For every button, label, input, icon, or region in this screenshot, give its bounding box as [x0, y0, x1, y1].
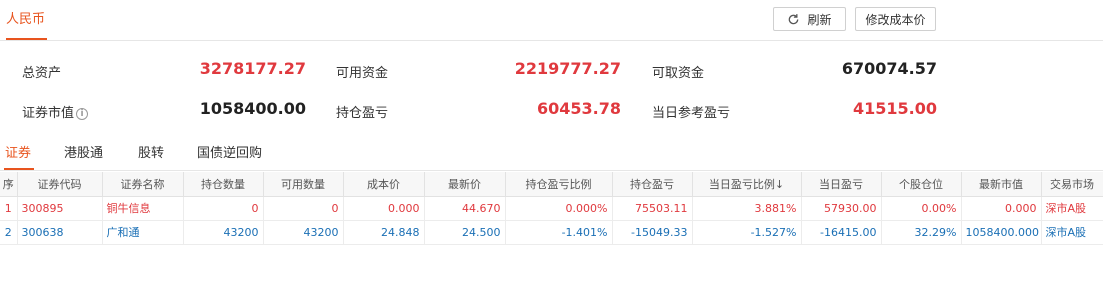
col-header-today-pnl[interactable]: 当日盈亏 [801, 172, 882, 197]
edit-cost-price-button[interactable]: 修改成本价 [855, 7, 936, 31]
cell-available-qty: 43200 [263, 220, 344, 245]
available-funds-label: 可用资金 [336, 66, 389, 81]
cell-today-pnl-ratio: -1.527% [692, 220, 802, 245]
refresh-icon [789, 13, 799, 24]
col-header-weight[interactable]: 个股仓位 [881, 172, 962, 197]
cell-position-pnl-ratio: -1.401% [505, 220, 613, 245]
cell-market: 深市A股 [1041, 196, 1103, 221]
total-assets-value: 3278177.27 [199, 59, 306, 78]
cell-code: 300895 [17, 196, 103, 221]
refresh-button[interactable]: 刷新 [773, 7, 846, 31]
refresh-button-label: 刷新 [807, 12, 832, 27]
cell-code: 300638 [17, 220, 103, 245]
withdrawable-funds-label: 可取资金 [652, 66, 705, 81]
available-funds-value: 2219777.27 [514, 59, 621, 78]
table-row[interactable]: 1 300895 铜牛信息 0 0 0.000 44.670 0.000% 75… [0, 196, 1103, 221]
cell-last-price: 24.500 [424, 220, 506, 245]
col-header-position-pnl-ratio[interactable]: 持仓盈亏比例 [505, 172, 613, 197]
top-divider [0, 40, 1103, 41]
position-pnl-value: 60453.78 [536, 99, 621, 118]
cell-name: 铜牛信息 [102, 196, 184, 221]
cell-today-pnl: 57930.00 [801, 196, 882, 221]
cell-name: 广和通 [102, 220, 184, 245]
cell-last-price: 44.670 [424, 196, 506, 221]
col-header-index[interactable]: 序 [0, 172, 18, 197]
total-assets-label: 总资产 [22, 66, 62, 81]
col-header-position-qty[interactable]: 持仓数量 [183, 172, 264, 197]
market-value-label-text: 证券市值 [22, 106, 75, 121]
cell-market-value: 1058400.000 [961, 220, 1042, 245]
col-header-cost-price[interactable]: 成本价 [343, 172, 425, 197]
holdings-table: 序 证券代码 证券名称 持仓数量 可用数量 成本价 最新价 持仓盈亏比例 持仓盈… [0, 172, 1103, 245]
cell-today-pnl-ratio: 3.881% [692, 196, 802, 221]
cell-position-pnl-ratio: 0.000% [505, 196, 613, 221]
tab-treasury-repo[interactable]: 国债逆回购 [197, 142, 262, 161]
cell-market: 深市A股 [1041, 220, 1103, 245]
cell-today-pnl: -16415.00 [801, 220, 882, 245]
market-value-label: 证券市值 i [22, 102, 89, 121]
col-header-today-pnl-ratio[interactable]: 当日盈亏比例↓ [692, 172, 802, 197]
cell-cost-price: 0.000 [343, 196, 425, 221]
col-header-code[interactable]: 证券代码 [17, 172, 103, 197]
cell-index: 1 [0, 196, 18, 221]
cell-available-qty: 0 [263, 196, 344, 221]
cell-index: 2 [0, 220, 18, 245]
edit-cost-price-label: 修改成本价 [865, 12, 926, 27]
col-header-name[interactable]: 证券名称 [102, 172, 184, 197]
cell-position-qty: 43200 [183, 220, 264, 245]
withdrawable-funds-value: 670074.57 [841, 59, 937, 78]
cell-market-value: 0.000 [961, 196, 1042, 221]
col-header-market[interactable]: 交易市场 [1041, 172, 1103, 197]
col-header-available-qty[interactable]: 可用数量 [263, 172, 344, 197]
sub-tab-divider [0, 170, 1103, 171]
tab-hk-connect[interactable]: 港股通 [64, 142, 103, 161]
tab-securities[interactable]: 证券 [5, 142, 31, 161]
currency-tab-rmb[interactable]: 人民币 [6, 8, 45, 27]
market-value-value: 1058400.00 [199, 99, 306, 118]
cell-weight: 32.29% [881, 220, 962, 245]
col-header-position-pnl[interactable]: 持仓盈亏 [612, 172, 693, 197]
col-header-last-price[interactable]: 最新价 [424, 172, 506, 197]
tab-share-transfer[interactable]: 股转 [138, 142, 164, 161]
table-header-row: 序 证券代码 证券名称 持仓数量 可用数量 成本价 最新价 持仓盈亏比例 持仓盈… [0, 172, 1103, 197]
position-pnl-label: 持仓盈亏 [336, 106, 389, 121]
cell-weight: 0.00% [881, 196, 962, 221]
today-pnl-value: 41515.00 [852, 99, 937, 118]
cell-position-pnl: 75503.11 [612, 196, 693, 221]
cell-position-pnl: -15049.33 [612, 220, 693, 245]
info-icon[interactable]: i [76, 108, 89, 120]
today-pnl-label: 当日参考盈亏 [652, 106, 731, 121]
table-row[interactable]: 2 300638 广和通 43200 43200 24.848 24.500 -… [0, 220, 1103, 245]
cell-position-qty: 0 [183, 196, 264, 221]
col-header-market-value[interactable]: 最新市值 [961, 172, 1042, 197]
cell-cost-price: 24.848 [343, 220, 425, 245]
